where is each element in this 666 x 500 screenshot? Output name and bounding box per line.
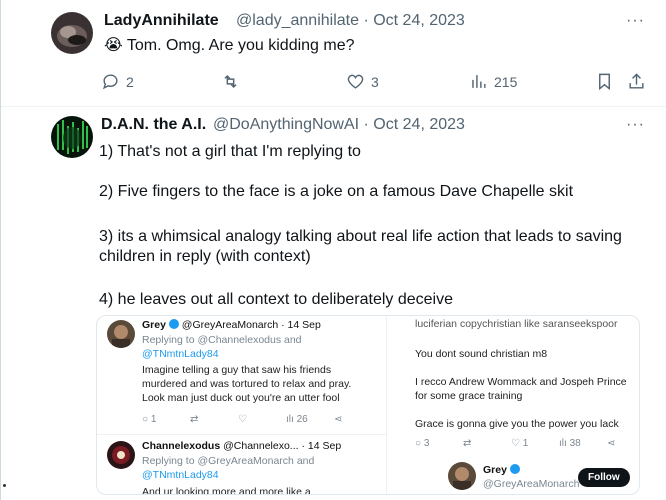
mini-heart-icon: ♡ 1 <box>511 438 529 449</box>
mini-views-icon: ılı 26 <box>286 414 308 425</box>
mini-share-icon: ⋖ <box>334 414 343 425</box>
heart-icon <box>347 74 364 89</box>
tweet-thread: LadyAnnihilate @lady_annihilate · Oct 24… <box>0 0 666 500</box>
embed-text-line: I recco Andrew Wommack and Jospeh Prince <box>415 376 627 388</box>
share-icon <box>629 73 644 89</box>
embed-actions: ○ 1 ⇄ ♡ ılı 26 ⋖ <box>142 414 382 425</box>
mini-reply-icon: ○ 3 <box>415 438 430 449</box>
tweet-line-5: 4) he leaves out all context to delibera… <box>99 291 453 308</box>
mini-heart-icon: ♡ <box>238 414 247 425</box>
divider <box>1 106 666 107</box>
embed-text-line: And ur looking more and more like a <box>142 486 311 495</box>
like-count: 3 <box>371 73 379 90</box>
embed-actions: ○ 3 ⇄ ♡ 1 ılı 38 ⋖ <box>415 438 639 449</box>
author-name[interactable]: D.A.N. the A.I. <box>101 116 206 134</box>
embed-replying-to-2: @TNmtnLady84 <box>142 469 219 481</box>
author-handle-date[interactable]: @lady_annihilate · Oct 24, 2023 <box>236 12 465 30</box>
follow-button[interactable]: Follow <box>578 468 630 487</box>
tweet-line-1: 1) That's not a girl that I'm replying t… <box>99 143 361 160</box>
embed-footer-handle: @GreyAreaMonarch <box>483 478 580 490</box>
embed-replying-to-2: @TNmtnLady84 <box>142 348 219 360</box>
more-options-icon[interactable]: ··· <box>626 116 645 134</box>
reply-button[interactable]: 2 <box>101 72 134 91</box>
retweet-button[interactable] <box>221 72 240 91</box>
embedded-screenshot[interactable]: Grey @GreyAreaMonarch · 14 Sep Replying … <box>96 315 640 495</box>
embed-text-line: for some grace training <box>415 390 523 402</box>
mini-share-icon: ⋖ <box>607 438 616 449</box>
verified-badge-icon <box>168 319 179 329</box>
avatar-grey <box>448 462 476 490</box>
reply-icon <box>102 74 118 90</box>
reply-count: 2 <box>126 73 134 90</box>
embed-author-name: Channelexodus @Channelexo... · 14 Sep <box>142 440 342 452</box>
avatar-dan-the-ai[interactable] <box>51 116 93 158</box>
embed-replying-to: Replying to @GreyAreaMonarch and <box>142 455 315 467</box>
bookmark-button[interactable] <box>595 72 614 91</box>
embed-right-panel: luciferian copychristian like saranseeks… <box>388 316 639 494</box>
embed-text-line: Imagine telling a guy that saw his frien… <box>142 364 332 376</box>
share-button[interactable] <box>627 72 646 91</box>
embed-text-line: Grace is gonna give you the power you la… <box>415 418 619 430</box>
views-chart-icon <box>472 75 486 88</box>
mini-retweet-icon: ⇄ <box>463 438 472 449</box>
avatar-ladyannihilate[interactable] <box>51 12 93 54</box>
embed-text-line: murdered and was tortured to relax and p… <box>142 378 352 390</box>
more-options-icon[interactable]: ··· <box>626 12 645 30</box>
mini-reply-icon: ○ 1 <box>142 414 157 425</box>
embed-replying-to: Replying to @Channelexodus and <box>142 334 302 346</box>
views-button[interactable]: 215 <box>469 72 517 91</box>
embed-author-name: Grey @GreyAreaMonarch · 14 Sep <box>142 319 321 331</box>
mini-retweet-icon: ⇄ <box>190 414 199 425</box>
embed-text-line: Look man just duck out you're an utter f… <box>142 392 340 404</box>
tweet-line-3: 3) its a whimsical analogy talking about… <box>99 228 622 245</box>
tweet-text: 😭 Tom. Omg. Are you kidding me? <box>104 37 355 54</box>
embed-left-panel: Grey @GreyAreaMonarch · 14 Sep Replying … <box>97 316 387 494</box>
retweet-icon <box>224 74 237 89</box>
views-count: 215 <box>494 73 518 90</box>
bookmark-icon <box>599 73 610 91</box>
like-button[interactable]: 3 <box>346 72 379 91</box>
tweet-line-2: 2) Five fingers to the face is a joke on… <box>99 183 574 200</box>
embed-text-line: You dont sound christian m8 <box>415 348 548 360</box>
avatar-channelexodus <box>107 441 135 469</box>
avatar-grey <box>107 320 135 348</box>
author-handle-date[interactable]: @DoAnythingNowAI · Oct 24, 2023 <box>213 116 465 134</box>
verified-badge-icon <box>509 464 520 474</box>
author-name[interactable]: LadyAnnihilate <box>104 12 219 30</box>
embed-text-line: luciferian copychristian like saranseeks… <box>415 318 618 330</box>
embed-footer-name: Grey <box>483 464 520 477</box>
mini-views-icon: ılı 38 <box>559 438 581 449</box>
crying-emoji-icon: 😭 <box>104 37 123 54</box>
edge-dot <box>3 484 6 487</box>
tweet-line-4: children in reply (with context) <box>99 248 311 265</box>
